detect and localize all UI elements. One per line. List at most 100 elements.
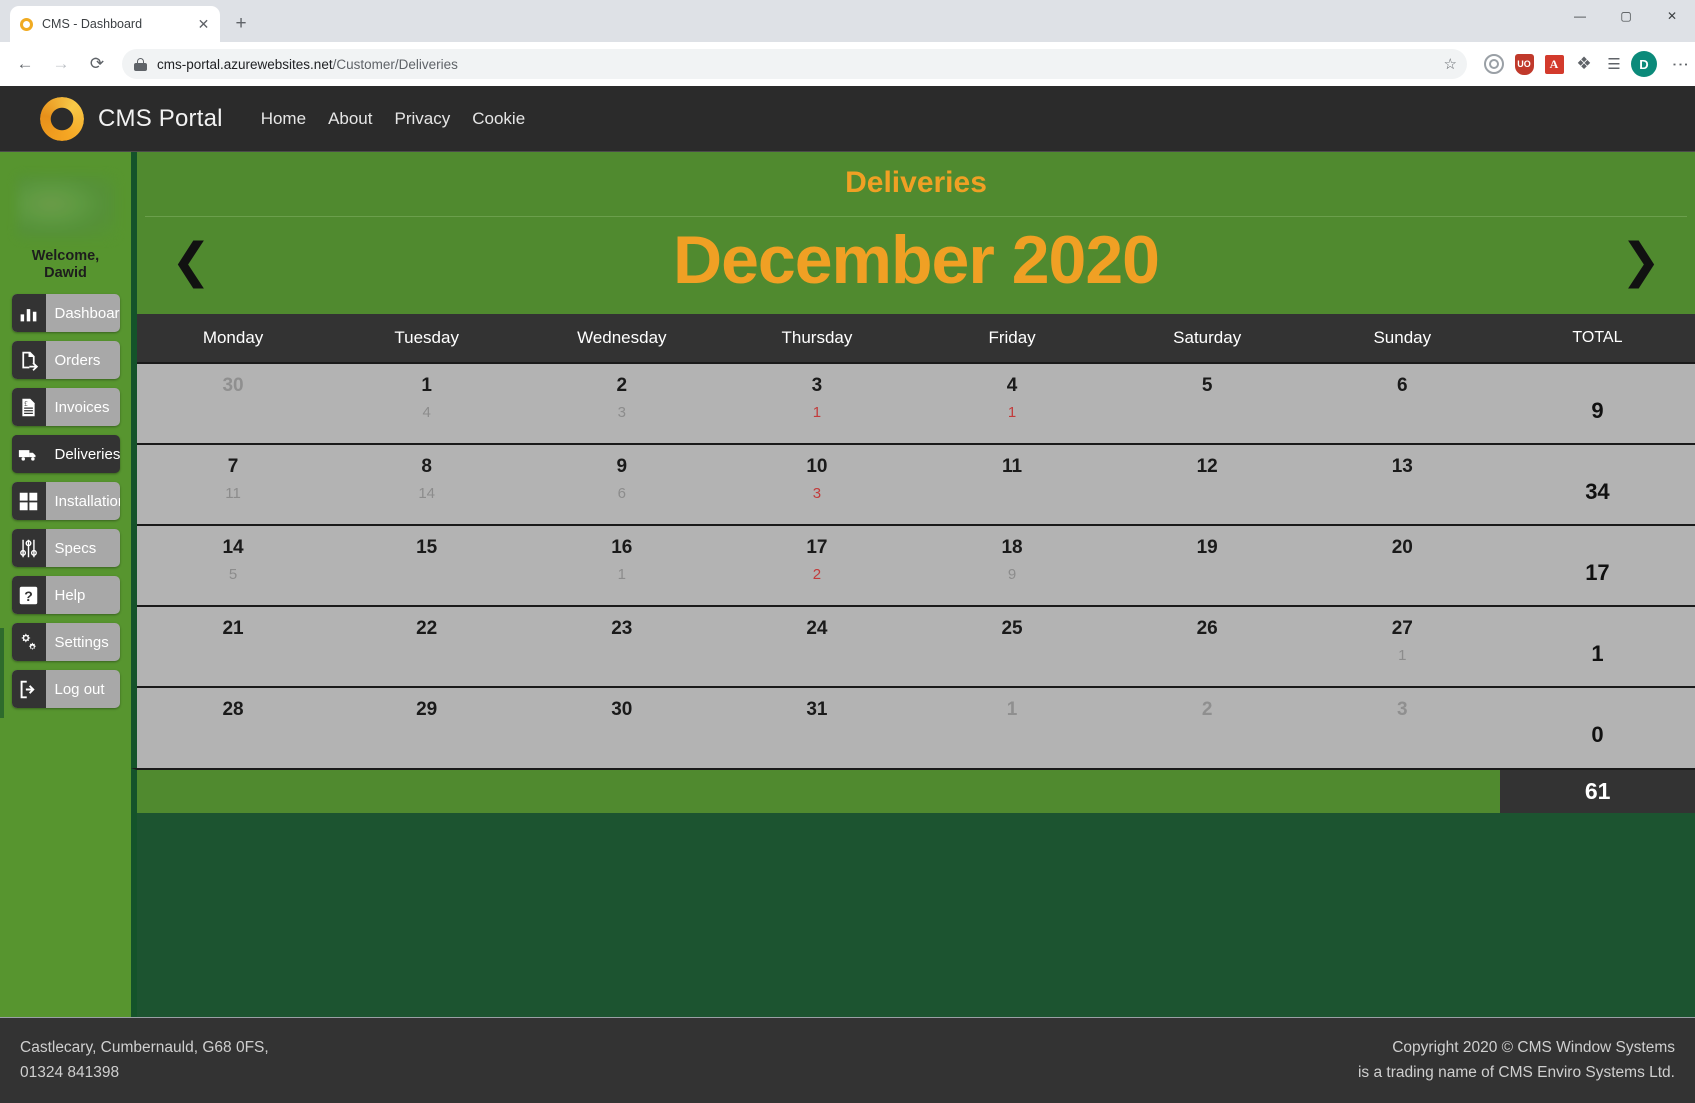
calendar-day-cell[interactable]: 2 bbox=[1109, 686, 1305, 769]
sidebar-item-help[interactable]: ? Help bbox=[11, 576, 120, 615]
calendar-day-cell[interactable]: 19 bbox=[1109, 524, 1305, 607]
calendar-day-cell[interactable]: 20 bbox=[1304, 524, 1500, 607]
bookmark-star-icon[interactable]: ☆ bbox=[1444, 55, 1457, 73]
sidebar-item-installations[interactable]: Installations bbox=[11, 482, 120, 521]
reload-icon[interactable]: ⟳ bbox=[80, 47, 114, 81]
calendar-day-cell[interactable]: 96 bbox=[524, 443, 720, 526]
calendar-day-count: 1 bbox=[1007, 404, 1017, 422]
calendar-day-cell[interactable]: 5 bbox=[1109, 362, 1305, 445]
calendar-day-cell[interactable]: 6 bbox=[1304, 362, 1500, 445]
calendar-day-cell[interactable]: 1 bbox=[914, 686, 1110, 769]
calendar-day-cell[interactable]: 31 bbox=[719, 686, 915, 769]
calendar-day-number: 4 bbox=[1006, 375, 1018, 397]
bar-chart-icon bbox=[11, 294, 46, 333]
calendar-day-count: 11 bbox=[225, 485, 241, 503]
calendar-week-total: 34 bbox=[1585, 479, 1610, 505]
sidebar-item-dashboard[interactable]: Dashboard bbox=[11, 294, 120, 333]
address-bar[interactable]: cms-portal.azurewebsites.net/Customer/De… bbox=[122, 49, 1467, 79]
calendar-day-cell[interactable]: 10 3 bbox=[719, 443, 915, 526]
page-title: Deliveries bbox=[845, 166, 987, 199]
tab-strip: CMS - Dashboard ✕ + — ▢ ✕ bbox=[0, 0, 1695, 42]
calendar-day-count: 1 bbox=[617, 566, 626, 584]
month-navigation: ❮ December 2020 ❯ bbox=[137, 217, 1695, 314]
calendar-day-cell[interactable]: 22 bbox=[329, 605, 525, 688]
next-month-button[interactable]: ❯ bbox=[1621, 237, 1661, 285]
calendar-day-cell[interactable]: 14 5 bbox=[134, 524, 330, 607]
prev-month-button[interactable]: ❮ bbox=[171, 237, 211, 285]
pdf-extension-icon[interactable]: A bbox=[1541, 51, 1567, 77]
tab-favicon-cms-icon bbox=[18, 16, 34, 32]
sidebar-label-logout: Log out bbox=[54, 680, 105, 698]
calendar-day-cell[interactable]: 31 bbox=[719, 362, 915, 445]
calendar-day-number: 11 bbox=[1002, 456, 1023, 478]
calendar-day-cell[interactable]: 23 bbox=[524, 362, 720, 445]
calendar-day-cell[interactable]: 23 bbox=[524, 605, 720, 688]
sidebar-item-deliveries[interactable]: Deliveries bbox=[11, 435, 120, 474]
shield-extension-icon[interactable]: UO bbox=[1511, 51, 1537, 77]
grand-total-value: 61 bbox=[1500, 770, 1695, 814]
question-icon: ? bbox=[11, 576, 46, 615]
new-tab-button[interactable]: + bbox=[226, 9, 256, 39]
nav-link-cookie[interactable]: Cookie bbox=[472, 109, 525, 129]
sidebar-label-dashboard: Dashboard bbox=[54, 304, 120, 322]
window-maximize-button[interactable]: ▢ bbox=[1603, 0, 1649, 32]
sidebar-item-logout[interactable]: Log out bbox=[11, 670, 120, 709]
profile-avatar[interactable]: D bbox=[1631, 51, 1657, 77]
extension-icons: UO A ❖ ☰ D ⋮ bbox=[1475, 51, 1690, 77]
calendar-day-cell[interactable]: 16 1 bbox=[524, 524, 720, 607]
sidebar-label-specs: Specs bbox=[54, 539, 97, 557]
calendar-day-count: 14 bbox=[418, 485, 436, 503]
sidebar-item-invoices[interactable]: £ Invoices bbox=[11, 388, 120, 427]
body-row: Welcome, Dawid Dashboard Orders £ Invoic bbox=[0, 152, 1695, 1017]
calendar-day-cell[interactable]: 11 bbox=[914, 443, 1110, 526]
calendar-day-cell[interactable]: 24 bbox=[719, 605, 915, 688]
forward-icon[interactable]: → bbox=[44, 47, 78, 81]
calendar-day-cell[interactable]: 26 bbox=[1109, 605, 1305, 688]
calendar-day-cell[interactable]: 7 11 bbox=[134, 443, 330, 526]
calendar-day-cell[interactable]: 15 bbox=[329, 524, 525, 607]
calendar-day-cell[interactable]: 30 bbox=[134, 362, 330, 445]
window-minimize-button[interactable]: — bbox=[1557, 0, 1603, 32]
film-reel-extension-icon[interactable] bbox=[1481, 51, 1507, 77]
nav-link-about[interactable]: About bbox=[328, 109, 372, 129]
col-saturday: Saturday bbox=[1109, 314, 1305, 364]
calendar-day-number: 22 bbox=[416, 618, 438, 640]
calendar-week-row: 7 11 8 14 9 6 10 3 11 12 13 34 bbox=[134, 443, 1695, 526]
footer-address: Castlecary, Cumbernauld, G68 0FS, 01324 … bbox=[20, 1036, 269, 1086]
tab-close-icon[interactable]: ✕ bbox=[195, 16, 212, 33]
window-close-button[interactable]: ✕ bbox=[1649, 0, 1695, 32]
footer-address-line-2: 01324 841398 bbox=[20, 1063, 120, 1081]
sidebar-item-orders[interactable]: Orders bbox=[11, 341, 120, 380]
puzzle-extensions-icon[interactable]: ❖ bbox=[1571, 51, 1597, 77]
calendar-day-cell[interactable]: 18 9 bbox=[914, 524, 1110, 607]
calendar-day-cell[interactable]: 17 2 bbox=[719, 524, 915, 607]
sidebar-item-specs[interactable]: Specs bbox=[11, 529, 120, 568]
calendar-day-cell[interactable]: 27 1 bbox=[1304, 605, 1500, 688]
calendar-day-number: 21 bbox=[222, 618, 244, 640]
calendar-day-cell[interactable]: 29 bbox=[329, 686, 525, 769]
footer-copyright: Copyright 2020 © CMS Window Systems is a… bbox=[1358, 1036, 1675, 1086]
reading-list-icon[interactable]: ☰ bbox=[1601, 51, 1627, 77]
chrome-menu-icon[interactable]: ⋮ bbox=[1661, 51, 1690, 77]
calendar-day-cell[interactable]: 8 14 bbox=[329, 443, 525, 526]
calendar-day-cell[interactable]: 28 bbox=[134, 686, 330, 769]
calendar-day-number: 8 bbox=[421, 456, 432, 478]
calendar-day-cell[interactable]: 12 bbox=[1109, 443, 1305, 526]
calendar-day-cell[interactable]: 13 bbox=[1304, 443, 1500, 526]
calendar-day-count: 6 bbox=[617, 485, 626, 503]
sidebar-item-settings[interactable]: Settings bbox=[11, 623, 120, 662]
brand[interactable]: CMS Portal bbox=[40, 96, 223, 141]
calendar-day-cell[interactable]: 21 bbox=[134, 605, 330, 688]
calendar-day-cell[interactable]: 30 bbox=[524, 686, 720, 769]
back-icon[interactable]: ← bbox=[8, 47, 42, 81]
calendar-day-cell[interactable]: 3 bbox=[1304, 686, 1500, 769]
browser-tab[interactable]: CMS - Dashboard ✕ bbox=[10, 6, 220, 42]
nav-link-home[interactable]: Home bbox=[261, 109, 306, 129]
nav-link-privacy[interactable]: Privacy bbox=[395, 109, 451, 129]
calendar-day-cell[interactable]: 41 bbox=[914, 362, 1110, 445]
calendar-day-number: 6 bbox=[1397, 375, 1408, 397]
content-filler bbox=[131, 813, 1695, 1017]
calendar-day-count: 2 bbox=[812, 566, 822, 584]
calendar-day-cell[interactable]: 14 bbox=[329, 362, 525, 445]
calendar-day-cell[interactable]: 25 bbox=[914, 605, 1110, 688]
